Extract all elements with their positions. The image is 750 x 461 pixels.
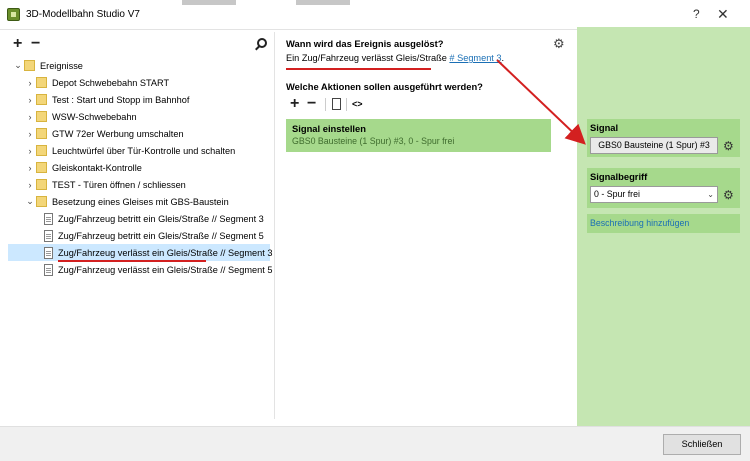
folder-icon	[36, 77, 47, 88]
tree-item-label: Test : Start und Stopp im Bahnhof	[52, 94, 190, 105]
chevron-right-icon[interactable]: ›	[24, 78, 36, 88]
signalbegriff-label: Signalbegriff	[590, 171, 648, 182]
help-button[interactable]: ?	[693, 7, 700, 21]
title-bar: 3D-Modellbahn Studio V7 ? ✕	[0, 0, 750, 30]
toolbar-divider	[325, 98, 326, 111]
add-description-link[interactable]: Beschreibung hinzufügen	[590, 218, 689, 228]
signal-property: Signal GBS0 Bausteine (1 Spur) #3 ⚙	[587, 119, 740, 157]
chevron-right-icon[interactable]: ›	[24, 129, 36, 139]
segment-link[interactable]: # Segment 3	[449, 53, 501, 63]
background-tab	[182, 0, 236, 5]
tree-item-label: Zug/Fahrzeug betritt ein Gleis/Straße //…	[58, 230, 264, 241]
tree-item-label: Zug/Fahrzeug verlässt ein Gleis/Straße /…	[58, 264, 273, 275]
chevron-down-icon[interactable]: ⌄	[24, 196, 36, 207]
close-window-button[interactable]: ✕	[717, 6, 729, 23]
action-properties-panel: Signal GBS0 Bausteine (1 Spur) #3 ⚙ Signa…	[577, 27, 750, 426]
folder-icon	[36, 196, 47, 207]
document-icon	[44, 246, 53, 259]
remove-action-button[interactable]: −	[307, 96, 316, 112]
folder-icon	[24, 60, 35, 71]
signal-select-button[interactable]: GBS0 Bausteine (1 Spur) #3	[590, 137, 718, 154]
background-tab	[296, 0, 350, 5]
tree-item-label: Leuchtwürfel über Tür-Kontrolle und scha…	[52, 145, 236, 156]
folder-icon	[36, 128, 47, 139]
tree-folder[interactable]: ⌄ Besetzung eines Gleises mit GBS-Baustei…	[8, 193, 270, 210]
document-icon	[44, 212, 53, 225]
window-title: 3D-Modellbahn Studio V7	[26, 9, 140, 20]
signalbegriff-dropdown[interactable]: 0 - Spur frei ⌄	[590, 186, 718, 203]
tree-folder[interactable]: › TEST - Türen öffnen / schliessen	[8, 176, 270, 193]
folder-icon	[36, 162, 47, 173]
copy-action-icon[interactable]	[332, 98, 341, 110]
tree-item-label: WSW-Schwebebahn	[52, 111, 137, 122]
annotation-underline	[286, 68, 431, 70]
chevron-right-icon[interactable]: ›	[24, 180, 36, 190]
chevron-down-icon: ⌄	[707, 190, 714, 199]
tree-folder[interactable]: ⌄ Ereignisse	[8, 57, 270, 74]
events-tree-panel: + − ⌄ Ereignisse › Depot Schwebebahn START ›…	[8, 32, 275, 419]
tree-item-label: Depot Schwebebahn START	[52, 77, 170, 88]
trigger-heading: Wann wird das Ereignis ausgelöst?	[286, 38, 444, 49]
chevron-right-icon[interactable]: ›	[24, 95, 36, 105]
toolbar-divider	[346, 98, 347, 111]
tree-event[interactable]: Zug/Fahrzeug verlässt ein Gleis/Straße /…	[8, 244, 273, 261]
folder-icon	[36, 179, 47, 190]
close-dialog-button[interactable]: Schließen	[663, 434, 741, 455]
action-item-signal[interactable]: Signal einstellen GBS0 Bausteine (1 Spur…	[286, 119, 551, 152]
search-icon[interactable]	[257, 38, 267, 48]
tree-folder[interactable]: › Test : Start und Stopp im Bahnhof	[8, 91, 270, 108]
chevron-down-icon[interactable]: ⌄	[12, 60, 24, 71]
tree-item-label: Zug/Fahrzeug betritt ein Gleis/Straße //…	[58, 213, 264, 224]
folder-icon	[36, 145, 47, 156]
tree-folder[interactable]: › GTW 72er Werbung umschalten	[8, 125, 270, 142]
tree-item-label: Zug/Fahrzeug verlässt ein Gleis/Straße /…	[58, 247, 273, 258]
tree-folder[interactable]: › Leuchtwürfel über Tür-Kontrolle und sch…	[8, 142, 270, 159]
tree-event[interactable]: Zug/Fahrzeug verlässt ein Gleis/Straße /…	[8, 261, 273, 278]
folder-icon	[36, 94, 47, 105]
app-icon	[7, 8, 20, 21]
action-title: Signal einstellen	[292, 123, 366, 134]
chevron-right-icon[interactable]: ›	[24, 163, 36, 173]
actions-heading: Welche Aktionen sollen ausgeführt werden…	[286, 81, 483, 92]
signalbegriff-gear-icon[interactable]: ⚙	[723, 188, 734, 202]
trigger-text: Ein Zug/Fahrzeug verlässt Gleis/Straße	[286, 53, 447, 63]
code-icon[interactable]: <>	[352, 99, 363, 109]
remove-event-button[interactable]: −	[31, 36, 40, 52]
signalbegriff-value: 0 - Spur frei	[594, 189, 640, 199]
dialog-footer: Schließen	[0, 426, 750, 461]
signalbegriff-property: Signalbegriff 0 - Spur frei ⌄ ⚙	[587, 168, 740, 208]
tree-folder[interactable]: › Depot Schwebebahn START	[8, 74, 270, 91]
chevron-right-icon[interactable]: ›	[24, 146, 36, 156]
action-subtitle: GBS0 Bausteine (1 Spur) #3, 0 - Spur fre…	[292, 136, 455, 146]
tree-item-label: Gleiskontakt-Kontrolle	[52, 162, 142, 173]
chevron-right-icon[interactable]: ›	[24, 112, 36, 122]
tree-folder[interactable]: › Gleiskontakt-Kontrolle	[8, 159, 270, 176]
tree-event[interactable]: Zug/Fahrzeug betritt ein Gleis/Straße //…	[8, 210, 270, 227]
tree-event[interactable]: Zug/Fahrzeug betritt ein Gleis/Straße //…	[8, 227, 270, 244]
document-icon	[44, 229, 53, 242]
tree-item-label: Ereignisse	[40, 60, 83, 71]
add-event-button[interactable]: +	[13, 36, 22, 52]
event-details-panel: Wann wird das Ereignis ausgelöst? ⚙ Ein …	[276, 32, 576, 419]
trigger-suffix: .	[501, 53, 505, 63]
description-box: Beschreibung hinzufügen	[587, 214, 740, 233]
signal-label: Signal	[590, 122, 619, 133]
document-icon	[44, 263, 53, 276]
trigger-description: Ein Zug/Fahrzeug verlässt Gleis/Straße #…	[286, 53, 504, 63]
tree-item-label: TEST - Türen öffnen / schliessen	[52, 179, 186, 190]
tree-item-label: GTW 72er Werbung umschalten	[52, 128, 184, 139]
add-action-button[interactable]: +	[290, 96, 299, 112]
tree-folder[interactable]: › WSW-Schwebebahn	[8, 108, 270, 125]
signal-gear-icon[interactable]: ⚙	[723, 139, 734, 153]
folder-icon	[36, 111, 47, 122]
trigger-settings-gear-icon[interactable]: ⚙	[553, 36, 565, 52]
tree-item-label: Besetzung eines Gleises mit GBS-Baustein	[52, 196, 229, 207]
